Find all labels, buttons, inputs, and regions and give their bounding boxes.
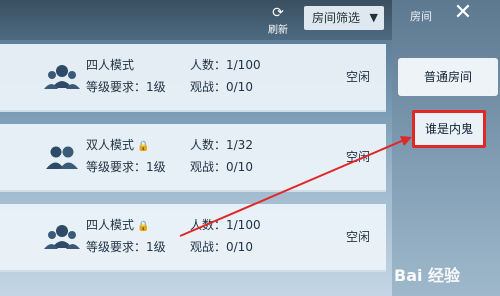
team-avatar-icon: [44, 65, 80, 89]
sidebar-title: 房间: [410, 10, 432, 23]
room-mode-line: 四人模式 🔒: [86, 216, 149, 233]
room-type-sidebar: 房间: [392, 0, 500, 296]
room-filter-dropdown[interactable]: 房间筛选 ▼: [304, 6, 384, 30]
room-level-requirement: 等级要求：1级: [86, 160, 166, 174]
chevron-down-icon: ▼: [369, 11, 378, 24]
room-level-requirement: 等级要求：1级: [86, 240, 166, 254]
lock-icon: 🔒: [137, 221, 150, 232]
room-player-count: 人数：1/100: [190, 58, 261, 72]
room-status: 空闲: [346, 150, 371, 164]
team-avatar-icon: [44, 225, 80, 249]
lock-icon: 🔒: [137, 141, 150, 152]
room-status: 空闲: [346, 230, 371, 244]
tab-normal-room[interactable]: 普通房间: [398, 58, 498, 96]
room-filter-label: 房间筛选: [312, 11, 361, 25]
room-mode: 四人模式: [86, 58, 135, 72]
room-player-count: 人数：1/100: [190, 218, 261, 232]
room-row[interactable]: 双人模式 🔒 等级要求：1级 人数：1/32 观战：0/10 空闲: [0, 124, 386, 192]
watermark: Bai 经验: [394, 266, 461, 285]
room-level-requirement: 等级要求：1级: [86, 80, 166, 94]
close-icon[interactable]: ✕: [448, 0, 478, 26]
tab-who-is-impostor[interactable]: 谁是内鬼: [412, 110, 486, 148]
room-status: 空闲: [346, 70, 371, 84]
tab-who-is-impostor-label: 谁是内鬼: [424, 122, 473, 136]
refresh-label: 刷新: [268, 25, 288, 36]
refresh-icon: ⟳: [272, 5, 284, 21]
room-player-count: 人数：1/32: [190, 138, 253, 152]
team-avatar-icon: [46, 146, 78, 169]
room-mode: 双人模式: [86, 138, 135, 152]
room-spectator-count: 观战：0/10: [190, 160, 253, 174]
room-row[interactable]: 四人模式 等级要求：1级 人数：1/100 观战：0/10 空闲: [0, 44, 386, 112]
tab-normal-room-label: 普通房间: [423, 70, 472, 84]
room-spectator-count: 观战：0/10: [190, 80, 253, 94]
refresh-button[interactable]: ⟳ 刷新: [262, 5, 294, 36]
room-mode: 四人模式: [86, 218, 135, 232]
room-mode-line: 双人模式 🔒: [86, 136, 149, 153]
room-spectator-count: 观战：0/10: [190, 240, 253, 254]
room-row[interactable]: 四人模式 🔒 等级要求：1级 人数：1/100 观战：0/10 空闲: [0, 204, 386, 272]
